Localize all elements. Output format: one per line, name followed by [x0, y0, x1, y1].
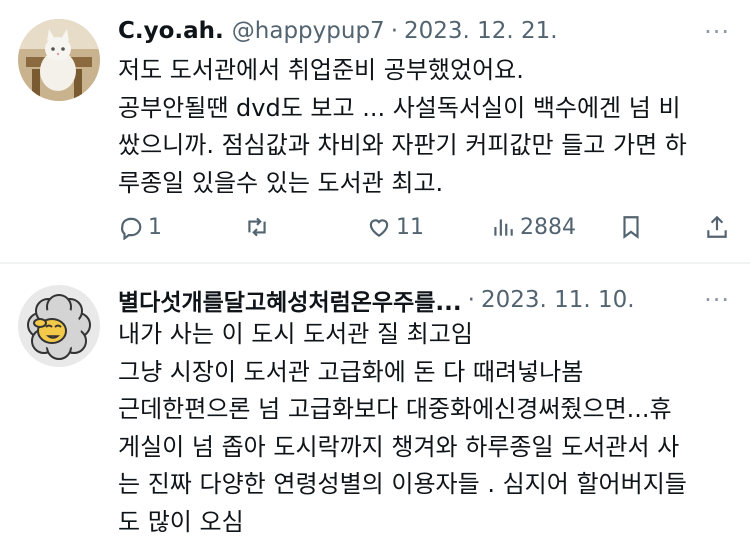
tweet-date[interactable]: 2023. 12. 21. [404, 18, 558, 44]
bookmark-button[interactable] [618, 205, 644, 249]
avatar[interactable] [18, 285, 100, 367]
display-name[interactable]: 별다섯개를달고혜성처럼온우주를... [118, 283, 462, 317]
tweet-text-line: 근데한편으론 넘 고급화보다 대중화에신경써줬으면...휴 [118, 391, 733, 429]
views-icon [490, 214, 516, 240]
tweet-text: 내가 사는 이 도시 도서관 질 최고임 그냥 시장이 도서관 고급화에 돈 다… [118, 316, 733, 541]
tweet-date[interactable]: 2023. 11. 10. [481, 287, 635, 313]
tweet-text-line: 저도 도서관에서 취업준비 공부했었어요. [118, 52, 733, 90]
more-options-icon[interactable]: ··· [704, 286, 730, 314]
action-bar: 1 11 2884 [118, 205, 734, 249]
reply-button[interactable]: 1 [118, 205, 162, 249]
tweet-text-line: 게실이 넘 좁아 도시락까지 챙겨와 하루종일 도서관서 사 [118, 429, 733, 467]
retweet-icon [244, 214, 270, 240]
tweet-header: C.yo.ah. @happypup7 · 2023. 12. 21. [118, 14, 558, 48]
views-button[interactable]: 2884 [490, 205, 576, 249]
tweet-text-line: 도 많이 오심 [118, 504, 733, 541]
more-options-icon[interactable]: ··· [704, 18, 730, 46]
tweet-text-line: 쌌으니까. 점심값과 차비와 자판기 커피값만 들고 가면 하 [118, 127, 733, 165]
tweet-text-line: 그냥 시장이 도서관 고급화에 돈 다 때려넣나봄 [118, 354, 733, 392]
tweet-text-line: 는 진짜 다양한 연령성별의 이용자들 . 심지어 할어버지들 [118, 466, 733, 504]
retweet-button[interactable] [244, 205, 274, 249]
reply-count: 1 [148, 215, 162, 240]
share-icon [704, 214, 730, 240]
like-button[interactable]: 11 [366, 205, 424, 249]
tweet-2[interactable]: 별다섯개를달고혜성처럼온우주를... · 2023. 11. 10. ··· 내… [0, 264, 750, 537]
like-count: 11 [396, 215, 424, 240]
view-count: 2884 [520, 215, 576, 240]
separator-dot: · [391, 18, 398, 44]
tweet-text: 저도 도서관에서 취업준비 공부했었어요. 공부안될땐 dvd도 보고 ... … [118, 52, 733, 202]
tweet-text-line: 공부안될땐 dvd도 보고 ... 사설독서실이 백수에겐 넘 비 [118, 90, 733, 128]
tweet-text-line: 내가 사는 이 도시 도서관 질 최고임 [118, 316, 733, 354]
share-button[interactable] [704, 205, 730, 249]
reply-icon [118, 214, 144, 240]
separator-dot: · [468, 287, 475, 313]
cat-avatar-image [18, 19, 100, 101]
heart-icon [366, 214, 392, 240]
sheep-avatar-image [18, 285, 100, 367]
tweet-text-line: 루종일 있을수 있는 도서관 최고. [118, 165, 733, 203]
avatar[interactable] [18, 19, 100, 101]
tweet-header: 별다섯개를달고혜성처럼온우주를... · 2023. 11. 10. [118, 283, 635, 317]
tweet-1[interactable]: C.yo.ah. @happypup7 · 2023. 12. 21. ··· … [0, 0, 750, 262]
user-handle[interactable]: @happypup7 [232, 18, 385, 44]
display-name[interactable]: C.yo.ah. [118, 18, 224, 44]
bookmark-icon [618, 214, 644, 240]
